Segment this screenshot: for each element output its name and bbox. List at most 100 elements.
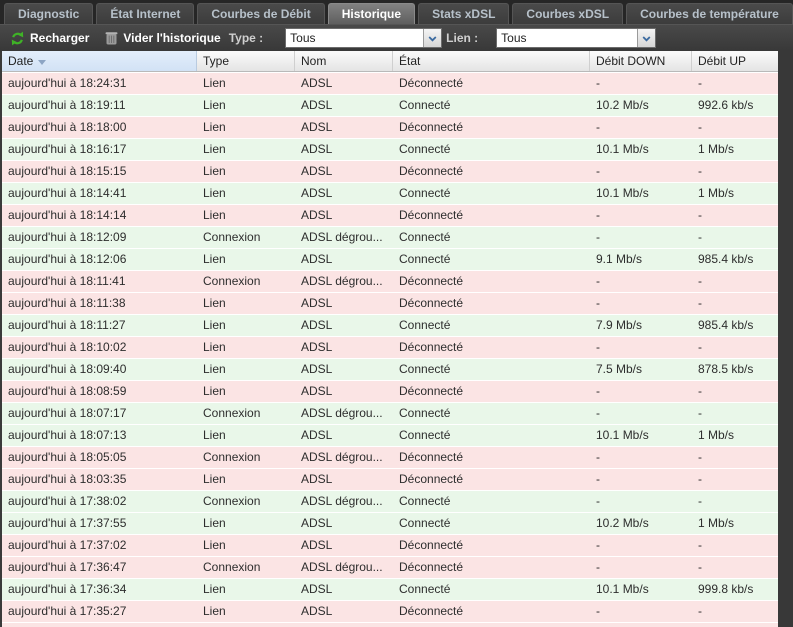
tab-courbes-de-temperature[interactable]: Courbes de température [626,3,793,24]
table-row[interactable]: aujourd'hui à 17:35:27 Lien ADSL Déconne… [2,600,778,622]
cell-debit-up: - [698,406,702,420]
cell-type: Lien [203,582,226,596]
table-row[interactable]: aujourd'hui à 18:19:11 Lien ADSL Connect… [2,94,778,116]
table-row[interactable]: aujourd'hui à 17:37:02 Lien ADSL Déconne… [2,534,778,556]
cell-type: Lien [203,98,226,112]
column-header-etat[interactable]: État [393,51,590,71]
link-filter-value: Tous [501,31,527,45]
cell-debit-down: 10.2 Mb/s [596,516,649,530]
cell-nom: ADSL [301,318,333,332]
cell-date: aujourd'hui à 18:07:13 [8,428,127,442]
cell-etat: Connecté [399,318,451,332]
type-filter-select[interactable]: Tous [285,28,443,48]
cell-etat: Déconnecté [399,472,464,486]
tab-courbes-de-debit[interactable]: Courbes de Débit [197,3,325,24]
column-header-date[interactable]: Date [2,51,197,71]
cell-type: Connexion [203,560,261,574]
cell-date: aujourd'hui à 18:11:41 [8,274,126,288]
cell-debit-up: 878.5 kb/s [698,362,754,376]
cell-etat: Déconnecté [399,384,464,398]
tab-diagnostic[interactable]: Diagnostic [4,3,94,24]
column-header-debit-down[interactable]: Débit DOWN [590,51,692,71]
cell-nom: ADSL dégrou... [301,274,383,288]
table-row[interactable]: aujourd'hui à 18:11:27 Lien ADSL Connect… [2,314,778,336]
table-row[interactable]: aujourd'hui à 18:08:59 Lien ADSL Déconne… [2,380,778,402]
cell-type: Lien [203,186,226,200]
column-header-type-label: Type [203,54,230,68]
cell-debit-up: - [698,296,702,310]
cell-debit-up: - [698,76,702,90]
cell-date: aujourd'hui à 18:09:40 [8,362,127,376]
cell-type: Lien [203,296,226,310]
cell-etat: Connecté [399,98,451,112]
scrollbar-gutter[interactable] [778,51,793,627]
tab-courbes-xdsl[interactable]: Courbes xDSL [512,3,624,24]
cell-debit-down: 9.1 Mb/s [596,252,643,266]
table-row[interactable]: aujourd'hui à 18:18:00 Lien ADSL Déconne… [2,116,778,138]
cell-etat: Déconnecté [399,538,464,552]
table-row[interactable]: aujourd'hui à 18:07:17 Connexion ADSL dé… [2,402,778,424]
cell-debit-down: - [596,450,600,464]
cell-date: aujourd'hui à 18:15:15 [8,164,127,178]
cell-debit-up: 985.4 kb/s [698,318,754,332]
type-filter-trigger[interactable] [423,29,442,47]
cell-date: aujourd'hui à 18:12:06 [8,252,127,266]
table-row[interactable]: aujourd'hui à 18:05:05 Connexion ADSL dé… [2,446,778,468]
cell-type: Lien [203,604,226,618]
clear-history-button[interactable]: Vider l'historique [101,29,224,47]
table-row[interactable]: aujourd'hui à 18:11:41 Connexion ADSL dé… [2,270,778,292]
cell-date: aujourd'hui à 17:38:02 [8,494,127,508]
clear-history-button-label: Vider l'historique [123,31,221,45]
table-row[interactable]: aujourd'hui à 18:07:13 Lien ADSL Connect… [2,424,778,446]
cell-debit-down: - [596,120,600,134]
cell-type: Connexion [203,494,261,508]
table-row[interactable]: aujourd'hui à 18:24:31 Lien ADSL Déconne… [2,72,778,94]
cell-debit-down: - [596,560,600,574]
column-header-type[interactable]: Type [197,51,295,71]
cell-date: aujourd'hui à 18:24:31 [8,76,127,90]
reload-button[interactable]: Recharger [6,29,93,48]
cell-debit-up: - [698,604,702,618]
cell-etat: Déconnecté [399,76,464,90]
table-row[interactable]: aujourd'hui à 18:12:09 Connexion ADSL dé… [2,226,778,248]
cell-debit-up: - [698,164,702,178]
cell-etat: Connecté [399,142,451,156]
cell-nom: ADSL [301,362,333,376]
table-row[interactable]: aujourd'hui à 18:14:14 Lien ADSL Déconne… [2,204,778,226]
table-row[interactable]: aujourd'hui à 18:11:38 Lien ADSL Déconne… [2,292,778,314]
table-row[interactable]: aujourd'hui à 18:03:35 Lien ADSL Déconne… [2,468,778,490]
cell-nom: ADSL [301,472,333,486]
cell-type: Lien [203,120,226,134]
column-header-nom[interactable]: Nom [295,51,393,71]
table-row[interactable]: aujourd'hui à 17:38:02 Connexion ADSL dé… [2,490,778,512]
link-filter-select[interactable]: Tous [496,28,657,48]
table-row[interactable]: aujourd'hui à 18:12:06 Lien ADSL Connect… [2,248,778,270]
cell-nom: ADSL dégrou... [301,450,383,464]
sort-desc-icon [38,59,47,65]
cell-debit-up: - [698,472,702,486]
cell-debit-down: 10.1 Mb/s [596,582,649,596]
cell-date: aujourd'hui à 18:05:05 [8,450,127,464]
cell-etat: Connecté [399,252,451,266]
table-row[interactable]: aujourd'hui à 18:09:40 Lien ADSL Connect… [2,358,778,380]
cell-debit-up: - [698,340,702,354]
table-row[interactable]: aujourd'hui à 18:14:41 Lien ADSL Connect… [2,182,778,204]
cell-debit-down: - [596,296,600,310]
table-row[interactable]: aujourd'hui à 18:16:17 Lien ADSL Connect… [2,138,778,160]
table-row[interactable]: aujourd'hui à 18:15:15 Lien ADSL Déconne… [2,160,778,182]
table-row[interactable]: aujourd'hui à 17:36:47 Connexion ADSL dé… [2,556,778,578]
chevron-down-icon [428,29,437,47]
tab-stats-xdsl[interactable]: Stats xDSL [418,3,510,24]
column-header-debit-up[interactable]: Débit UP [692,51,778,71]
table-row[interactable]: aujourd'hui à 17:36:34 Lien ADSL Connect… [2,578,778,600]
table-row[interactable]: aujourd'hui à 18:10:02 Lien ADSL Déconne… [2,336,778,358]
tab-historique[interactable]: Historique [327,3,416,24]
cell-debit-down: - [596,538,600,552]
tab-etat-internet[interactable]: État Internet [96,3,195,24]
table-row[interactable]: aujourd'hui à 17:37:55 Lien ADSL Connect… [2,512,778,534]
link-filter-trigger[interactable] [637,29,656,47]
cell-date: aujourd'hui à 18:14:14 [8,208,127,222]
link-filter-label: Lien : [446,31,479,45]
cell-etat: Connecté [399,494,451,508]
cell-debit-up: - [698,274,702,288]
